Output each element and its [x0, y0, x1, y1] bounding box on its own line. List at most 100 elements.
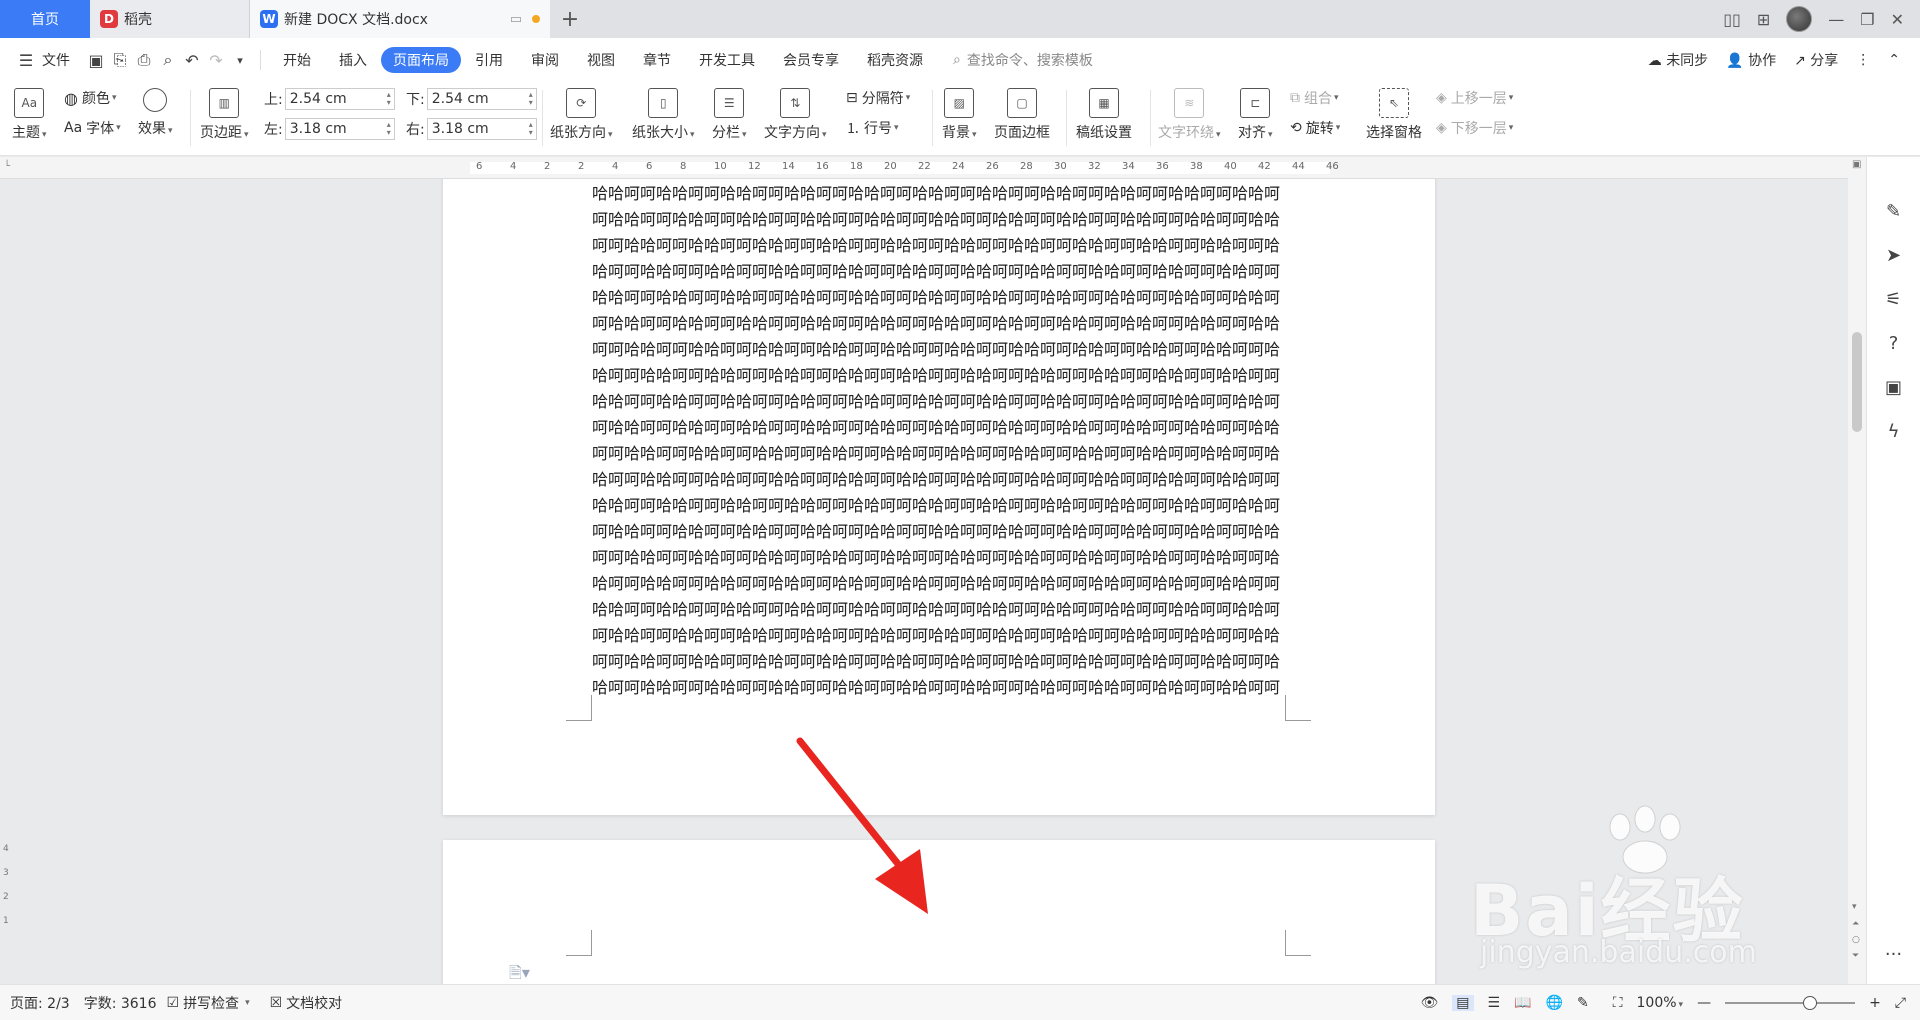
- line-numbers-button[interactable]: ⒈ 行号 ▾: [846, 118, 899, 138]
- share-button[interactable]: ↗ 分享: [1794, 50, 1838, 70]
- new-tab-button[interactable]: +: [550, 0, 590, 38]
- spinner-icon[interactable]: ▴ ▾: [387, 91, 394, 107]
- orientation-button[interactable]: ⟳ 纸张方向 ▾: [550, 88, 613, 142]
- paragraph[interactable]: 哈哈呵呵哈哈呵呵哈哈呵呵哈哈呵呵哈哈呵呵哈哈呵呵哈哈呵呵哈哈呵呵哈哈呵呵哈哈呵呵…: [592, 184, 1280, 437]
- send-backward-button[interactable]: ◈ 下移一层 ▾: [1436, 118, 1513, 138]
- margin-right-input[interactable]: 3.18 cm ▴ ▾: [426, 118, 537, 140]
- command-search[interactable]: ⌕ 查找命令、搜索模板: [953, 50, 1093, 70]
- margin-bottom-field[interactable]: 下: 2.54 cm ▴ ▾: [406, 88, 537, 110]
- zoom-slider-knob[interactable]: [1803, 995, 1818, 1010]
- align-button[interactable]: ⊏ 对齐 ▾: [1238, 88, 1273, 142]
- web-view-icon[interactable]: 🌐: [1546, 995, 1563, 1011]
- page-border-button[interactable]: ▢ 页面边框: [994, 88, 1050, 142]
- bring-forward-button[interactable]: ◈ 上移一层 ▾: [1436, 88, 1513, 108]
- collapse-ribbon-icon[interactable]: ⌃: [1888, 52, 1900, 68]
- text-direction-button[interactable]: ⇅ 文字方向 ▾: [764, 88, 827, 142]
- tab-daoke[interactable]: D 稻壳: [90, 0, 250, 38]
- sliders-icon[interactable]: ⚟: [1882, 287, 1906, 311]
- scroll-down-icon[interactable]: ▾: [1852, 902, 1857, 912]
- margin-bottom-input[interactable]: 2.54 cm ▴ ▾: [426, 88, 537, 110]
- avatar[interactable]: [1786, 6, 1813, 32]
- collab-button[interactable]: 👤 协作: [1726, 50, 1776, 70]
- margin-top-input[interactable]: 2.54 cm ▴ ▾: [284, 88, 395, 110]
- print-icon[interactable]: ⎙: [132, 50, 156, 70]
- size-button[interactable]: ▯ 纸张大小 ▾: [632, 88, 695, 142]
- fullscreen-icon[interactable]: ⤢: [1895, 995, 1906, 1011]
- restore-icon[interactable]: ❐: [1860, 10, 1874, 29]
- margin-top-field[interactable]: 上: 2.54 cm ▴ ▾: [264, 88, 395, 110]
- menu-file[interactable]: 文件: [38, 50, 84, 70]
- select-browse-icon[interactable]: ○: [1852, 935, 1860, 945]
- eye-protect-icon[interactable]: 👁: [1421, 995, 1439, 1011]
- document-body[interactable]: 哈哈呵呵哈哈呵呵哈哈呵呵哈哈呵呵哈哈呵呵哈哈呵呵哈哈呵呵哈哈呵呵哈哈呵呵哈哈呵呵…: [592, 181, 1292, 701]
- zoom-out-icon[interactable]: —: [1697, 995, 1711, 1011]
- scroll-thumb[interactable]: [1852, 332, 1862, 432]
- group-button[interactable]: ⧉ 组合 ▾: [1290, 88, 1339, 108]
- chevron-down-icon[interactable]: ▾: [228, 54, 252, 67]
- horizontal-ruler[interactable]: └ 6 4 2 2 4 6 8 10 12 14 16 18 20 22 24 26 28 30 32 34 36 38 4…: [0, 157, 1850, 179]
- paragraph[interactable]: 呵呵哈哈呵呵哈哈呵呵哈哈呵呵哈哈呵呵哈哈呵呵哈哈呵呵哈哈呵呵哈哈呵呵哈哈呵呵哈哈…: [592, 444, 1280, 697]
- write-view-icon[interactable]: ✎: [1577, 995, 1589, 1011]
- menu-page-layout[interactable]: 页面布局: [381, 47, 461, 73]
- reading-view-icon[interactable]: 📖: [1514, 995, 1531, 1011]
- manuscript-button[interactable]: ▦ 稿纸设置: [1076, 88, 1132, 142]
- word-count[interactable]: 字数: 3616: [84, 993, 157, 1013]
- monitor-icon[interactable]: ▭: [510, 12, 522, 27]
- effect-button[interactable]: 效果 ▾: [138, 88, 173, 138]
- text-wrap-button[interactable]: ≋ 文字环绕 ▾: [1158, 88, 1221, 142]
- apps-grid-icon[interactable]: ⊞: [1757, 10, 1770, 29]
- proofread-button[interactable]: ☒ 文档校对: [270, 993, 343, 1013]
- sync-button[interactable]: ☁ 未同步: [1648, 50, 1708, 70]
- split-view-icon[interactable]: ▣: [1852, 159, 1861, 170]
- margin-right-field[interactable]: 右: 3.18 cm ▴ ▾: [406, 118, 537, 140]
- breaks-button[interactable]: ⊟ 分隔符 ▾: [846, 88, 910, 108]
- outline-view-icon[interactable]: ☰: [1488, 995, 1501, 1011]
- next-page-icon[interactable]: ⏷: [1852, 951, 1859, 961]
- zoom-in-icon[interactable]: +: [1869, 995, 1881, 1011]
- tab-document[interactable]: W 新建 DOCX 文档.docx ▭: [250, 0, 550, 38]
- document-float-icon[interactable]: 🗎▾: [509, 962, 530, 984]
- margins-button[interactable]: ▥ 页边距 ▾: [200, 88, 249, 142]
- spinner-icon[interactable]: ▴ ▾: [387, 121, 394, 137]
- pen-icon[interactable]: ✎: [1882, 199, 1906, 223]
- columns-button[interactable]: ☰ 分栏 ▾: [712, 88, 747, 142]
- spinner-icon[interactable]: ▴ ▾: [529, 121, 536, 137]
- redo-icon[interactable]: ↷: [204, 51, 228, 70]
- menu-daoke-resources[interactable]: 稻壳资源: [853, 50, 937, 70]
- menu-view[interactable]: 视图: [573, 50, 629, 70]
- vertical-ruler[interactable]: 4 3 2 1: [0, 179, 14, 984]
- color-button[interactable]: ◍ 颜色 ▾: [64, 88, 117, 108]
- layout-icon[interactable]: ▯▯: [1723, 10, 1741, 29]
- vertical-scrollbar[interactable]: ▣ ▾ ⏶ ○ ⏷: [1848, 157, 1866, 984]
- zoom-level[interactable]: 100% ▾: [1637, 995, 1684, 1011]
- font-button[interactable]: Aa 字体 ▾: [64, 118, 121, 138]
- menu-home[interactable]: 开始: [269, 50, 325, 70]
- tab-stop-icon[interactable]: └: [4, 161, 10, 172]
- help-icon[interactable]: ?: [1882, 331, 1906, 355]
- theme-button[interactable]: Aa 主题 ▾: [12, 88, 47, 142]
- close-icon[interactable]: ✕: [1891, 10, 1904, 29]
- save-icon[interactable]: ▣: [84, 51, 108, 70]
- cursor-icon[interactable]: ➤: [1882, 243, 1906, 267]
- minimize-icon[interactable]: —: [1828, 10, 1844, 29]
- page-view-icon[interactable]: ▤: [1452, 994, 1474, 1011]
- menu-insert[interactable]: 插入: [325, 50, 381, 70]
- lightning-icon[interactable]: ϟ: [1882, 419, 1906, 443]
- tab-home[interactable]: 首页: [0, 0, 90, 38]
- margin-left-field[interactable]: 左: 3.18 cm ▴ ▾: [264, 118, 395, 140]
- undo-icon[interactable]: ↶: [180, 51, 204, 70]
- selection-pane-button[interactable]: ⇖ 选择窗格: [1366, 88, 1422, 142]
- export-icon[interactable]: ⎘: [108, 50, 132, 70]
- page[interactable]: 哈哈呵呵哈哈呵呵哈哈呵呵哈哈呵呵哈哈呵呵哈哈呵呵哈哈呵呵哈哈呵呵哈哈呵呵哈哈呵呵…: [443, 179, 1435, 815]
- menu-review[interactable]: 审阅: [517, 50, 573, 70]
- hamburger-icon[interactable]: ☰: [14, 51, 38, 70]
- spinner-icon[interactable]: ▴ ▾: [529, 91, 536, 107]
- background-button[interactable]: ▨ 背景 ▾: [942, 88, 977, 142]
- previous-page-icon[interactable]: ⏶: [1852, 919, 1859, 929]
- image-tool-icon[interactable]: ▣: [1882, 375, 1906, 399]
- fit-page-icon[interactable]: ⛶: [1613, 995, 1623, 1011]
- more-dots-icon[interactable]: ···: [1882, 942, 1906, 966]
- zoom-slider[interactable]: [1725, 995, 1856, 1010]
- menu-references[interactable]: 引用: [461, 50, 517, 70]
- page-indicator[interactable]: 页面: 2/3: [10, 993, 70, 1013]
